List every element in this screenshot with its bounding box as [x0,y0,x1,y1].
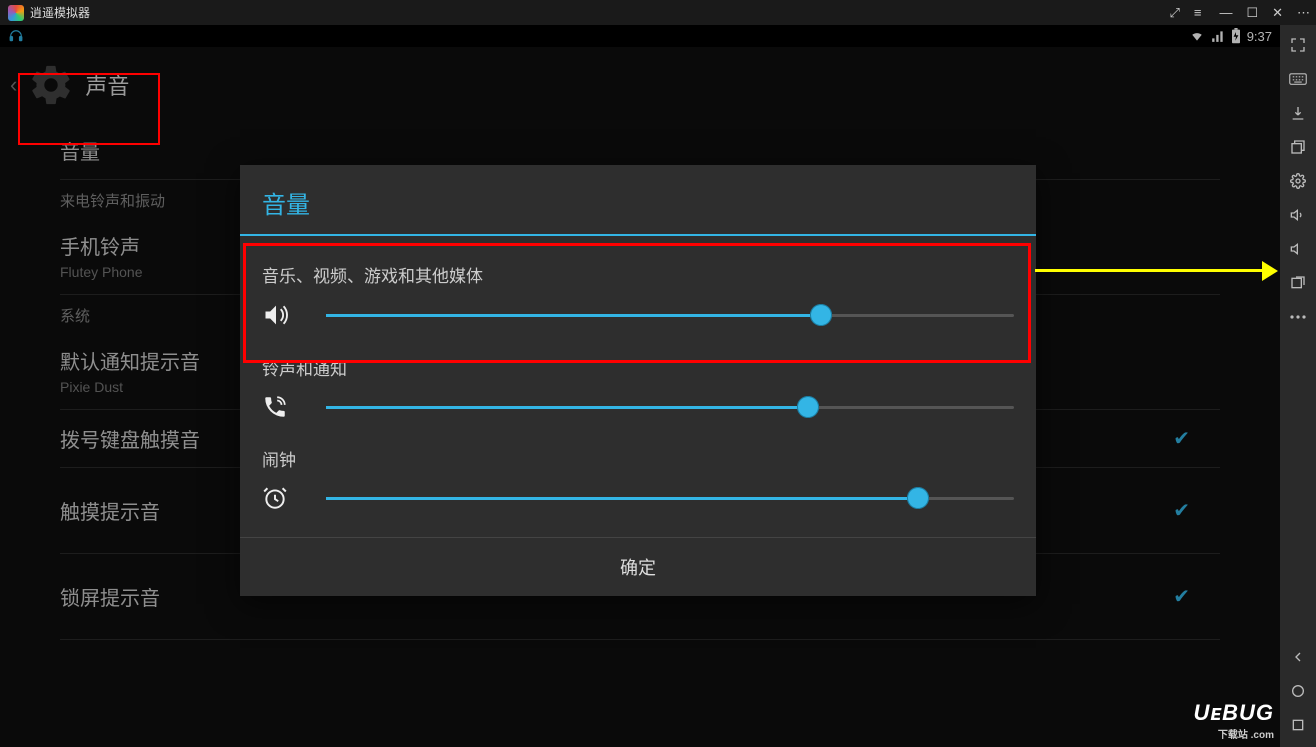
volume-dialog: 音量 音乐、视频、游戏和其他媒体 铃声和通知 [240,165,1036,596]
alarm-volume-slider[interactable] [326,497,1014,500]
multi-window-icon[interactable] [1288,137,1308,157]
volume-label: 音乐、视频、游戏和其他媒体 [262,262,1014,287]
watermark: UᴇBUG 下载站 .com [1193,700,1274,741]
slider-fill [326,497,918,500]
slider-fill [326,314,821,317]
window-controls: ⤢ ≡ — ☐ ✕ ⋯ [1169,0,1310,25]
apk-install-icon[interactable] [1288,103,1308,123]
phone-ring-icon [262,394,296,420]
dialog-title: 音量 [240,165,1036,236]
volume-row-media: 音乐、视频、游戏和其他媒体 [262,262,1014,329]
app-logo-icon [8,5,24,21]
nav-home-icon[interactable] [1288,681,1308,701]
watermark-sub: 下载站 .com [1193,726,1274,741]
media-volume-slider[interactable] [326,314,1014,317]
more-button[interactable]: ⋯ [1297,5,1310,21]
maximize-button[interactable]: ☐ [1246,5,1258,21]
volume-row-alarm: 闹钟 [262,446,1014,511]
volume-down-icon[interactable] [1288,239,1308,259]
more-dots-icon[interactable] [1288,307,1308,327]
settings-gear-icon[interactable] [1288,171,1308,191]
watermark-brand: UᴇBUG [1193,700,1274,725]
nav-recent-icon[interactable] [1288,715,1308,735]
app-title: 逍遥模拟器 [30,4,90,21]
slider-thumb[interactable] [810,304,832,326]
slider-fill [326,406,808,409]
volume-label: 铃声和通知 [262,355,1014,380]
volume-up-icon[interactable] [1288,205,1308,225]
mini-mode-icon[interactable]: ⤢ [1169,5,1179,21]
nav-back-icon[interactable] [1288,647,1308,667]
alarm-clock-icon [262,485,296,511]
volume-row-ringtone: 铃声和通知 [262,355,1014,420]
dialog-confirm-button[interactable]: 确定 [240,537,1036,596]
share-icon[interactable] [1288,273,1308,293]
speaker-icon [262,301,296,329]
minimize-button[interactable]: — [1219,5,1232,20]
keyboard-icon[interactable] [1288,69,1308,89]
slider-thumb[interactable] [907,487,929,509]
menu-lines-icon[interactable]: ≡ [1194,5,1202,20]
emulator-side-toolbar [1280,25,1316,747]
close-button[interactable]: ✕ [1272,5,1283,21]
android-screen: 9:37 ‹ 声音 音量 来电铃声和振动 手机铃声 Flutey Phone [0,25,1280,747]
emulator-titlebar: 逍遥模拟器 ⤢ ≡ — ☐ ✕ ⋯ [0,0,1316,25]
slider-thumb[interactable] [797,396,819,418]
volume-label: 闹钟 [262,446,1014,471]
fullscreen-icon[interactable] [1288,35,1308,55]
ringtone-volume-slider[interactable] [326,406,1014,409]
